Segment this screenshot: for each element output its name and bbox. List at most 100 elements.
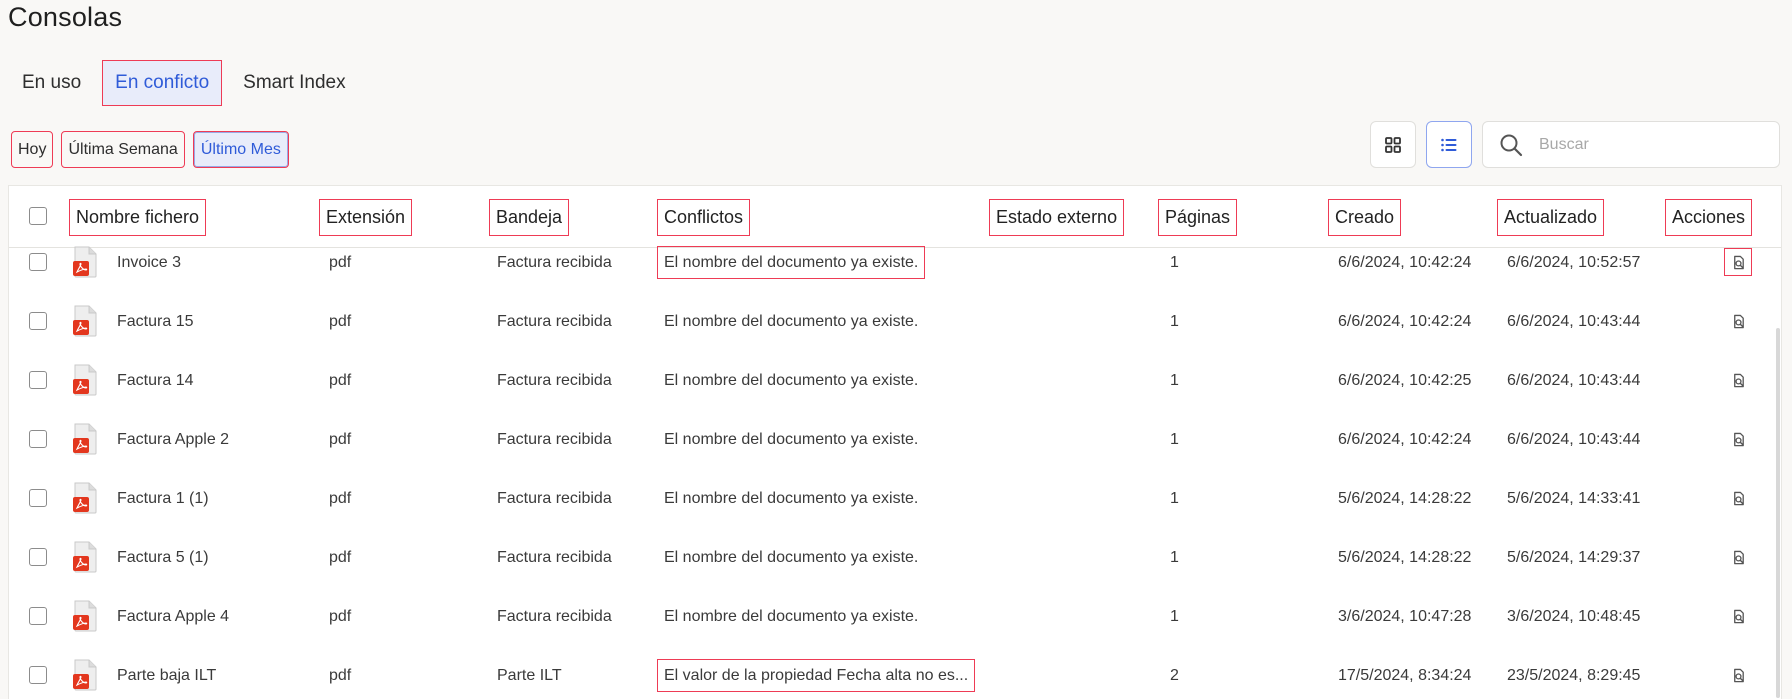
column-header-pages[interactable]: Páginas [1157, 199, 1238, 236]
file-extension: pdf [329, 371, 352, 389]
row-checkbox[interactable] [29, 253, 47, 271]
pdf-file-icon [72, 659, 98, 691]
view-document-icon [1731, 668, 1746, 683]
pdf-file-icon [72, 423, 98, 455]
scrollbar-thumb[interactable] [1776, 328, 1780, 698]
conflict-message: El nombre del documento ya existe. [656, 246, 926, 279]
file-name[interactable]: Invoice 3 [117, 233, 181, 292]
view-document-button[interactable] [1725, 367, 1751, 393]
table-row[interactable]: Factura Apple 4 pdf Factura recibida El nom… [9, 587, 1781, 646]
tab-en-conflicto[interactable]: En conficto [102, 59, 223, 106]
conflicts-table: Nombre fichero Extensión Bandeja Conflic… [8, 185, 1782, 699]
table-row[interactable]: Parte baja ILT pdf Parte ILT El valor de la… [9, 646, 1781, 699]
vertical-scrollbar[interactable] [1773, 248, 1781, 698]
row-checkbox[interactable] [29, 371, 47, 389]
view-document-icon [1731, 609, 1746, 624]
row-checkbox[interactable] [29, 312, 47, 330]
updated-date: 6/6/2024, 10:43:44 [1507, 371, 1641, 389]
table-row[interactable]: Factura 15 pdf Factura recibida El nombre d… [9, 292, 1781, 351]
console-tabs: En uso En conficto Smart Index [10, 59, 358, 106]
column-header-tray[interactable]: Bandeja [488, 199, 570, 236]
search-input[interactable] [1539, 135, 1769, 154]
row-checkbox[interactable] [29, 548, 47, 566]
conflict-cell: El nombre del documento ya existe. [658, 351, 924, 410]
pdf-file-icon [72, 482, 98, 514]
view-document-button[interactable] [1725, 662, 1751, 688]
file-name[interactable]: Parte baja ILT [117, 646, 216, 699]
conflict-cell: El nombre del documento ya existe. [658, 528, 924, 587]
file-tray: Parte ILT [497, 666, 562, 684]
column-header-conflicts[interactable]: Conflictos [656, 199, 751, 236]
file-tray: Factura recibida [497, 607, 612, 625]
view-document-button[interactable] [1725, 603, 1751, 629]
updated-date: 23/5/2024, 8:29:45 [1507, 666, 1641, 684]
grid-icon [1385, 136, 1401, 153]
range-hoy[interactable]: Hoy [10, 131, 54, 168]
pdf-file-icon [72, 364, 98, 396]
conflict-cell: El valor de la propiedad Fecha alta no e… [656, 646, 976, 699]
view-document-button[interactable] [1724, 248, 1752, 276]
file-name[interactable]: Factura Apple 2 [117, 410, 229, 469]
file-extension: pdf [329, 489, 352, 507]
table-row[interactable]: Factura Apple 2 pdf Factura recibida El nom… [9, 410, 1781, 469]
file-extension: pdf [329, 666, 352, 684]
page-count: 1 [1170, 312, 1179, 330]
select-all-checkbox[interactable] [29, 207, 47, 225]
created-date: 17/5/2024, 8:34:24 [1338, 666, 1472, 684]
table-row[interactable]: Invoice 3 pdf Factura recibida El nombre de… [9, 233, 1781, 292]
pdf-file-icon [72, 600, 98, 632]
file-tray: Factura recibida [497, 312, 612, 330]
page-count: 1 [1170, 489, 1179, 507]
updated-date: 5/6/2024, 14:33:41 [1507, 489, 1641, 507]
view-document-button[interactable] [1725, 544, 1751, 570]
page-count: 2 [1170, 666, 1179, 684]
table-row[interactable]: Factura 5 (1) pdf Factura recibida El nombr… [9, 528, 1781, 587]
page-count: 1 [1170, 607, 1179, 625]
row-checkbox[interactable] [29, 430, 47, 448]
file-tray: Factura recibida [497, 430, 612, 448]
conflict-message: El nombre del documento ya existe. [664, 312, 919, 330]
range-ultima-semana[interactable]: Última Semana [61, 131, 185, 168]
column-header-extension[interactable]: Extensión [318, 199, 413, 236]
created-date: 5/6/2024, 14:28:22 [1338, 548, 1472, 566]
list-view-button[interactable] [1426, 121, 1472, 168]
grid-view-button[interactable] [1370, 121, 1416, 168]
list-icon [1441, 138, 1457, 151]
column-header-name[interactable]: Nombre fichero [68, 199, 207, 236]
updated-date: 6/6/2024, 10:43:44 [1507, 430, 1641, 448]
file-name[interactable]: Factura 5 (1) [117, 528, 209, 587]
view-document-icon [1731, 550, 1746, 565]
conflict-message: El nombre del documento ya existe. [664, 371, 919, 389]
file-name[interactable]: Factura 15 [117, 292, 193, 351]
row-checkbox[interactable] [29, 666, 47, 684]
created-date: 5/6/2024, 14:28:22 [1338, 489, 1472, 507]
table-row[interactable]: Factura 1 (1) pdf Factura recibida El nombr… [9, 469, 1781, 528]
view-document-icon [1731, 432, 1746, 447]
file-tray: Factura recibida [497, 489, 612, 507]
view-document-icon [1731, 491, 1746, 506]
file-name[interactable]: Factura Apple 4 [117, 587, 229, 646]
conflict-message: El nombre del documento ya existe. [664, 607, 919, 625]
column-header-created[interactable]: Creado [1327, 199, 1402, 236]
tab-smart-index[interactable]: Smart Index [231, 61, 357, 105]
table-row[interactable]: Factura 14 pdf Factura recibida El nombre d… [9, 351, 1781, 410]
search-box [1482, 121, 1780, 168]
file-extension: pdf [329, 312, 352, 330]
row-checkbox[interactable] [29, 489, 47, 507]
file-extension: pdf [329, 253, 352, 271]
view-document-button[interactable] [1725, 485, 1751, 511]
file-tray: Factura recibida [497, 371, 612, 389]
range-ultimo-mes[interactable]: Último Mes [192, 131, 289, 168]
updated-date: 6/6/2024, 10:43:44 [1507, 312, 1641, 330]
file-name[interactable]: Factura 1 (1) [117, 469, 209, 528]
view-document-button[interactable] [1725, 426, 1751, 452]
row-checkbox[interactable] [29, 607, 47, 625]
file-tray: Factura recibida [497, 253, 612, 271]
tab-en-uso[interactable]: En uso [10, 61, 93, 105]
conflict-message: El valor de la propiedad Fecha alta no e… [656, 659, 976, 692]
column-header-external-status[interactable]: Estado externo [988, 199, 1125, 236]
page-count: 1 [1170, 253, 1179, 271]
column-header-updated[interactable]: Actualizado [1496, 199, 1605, 236]
file-name[interactable]: Factura 14 [117, 351, 193, 410]
view-document-button[interactable] [1725, 308, 1751, 334]
